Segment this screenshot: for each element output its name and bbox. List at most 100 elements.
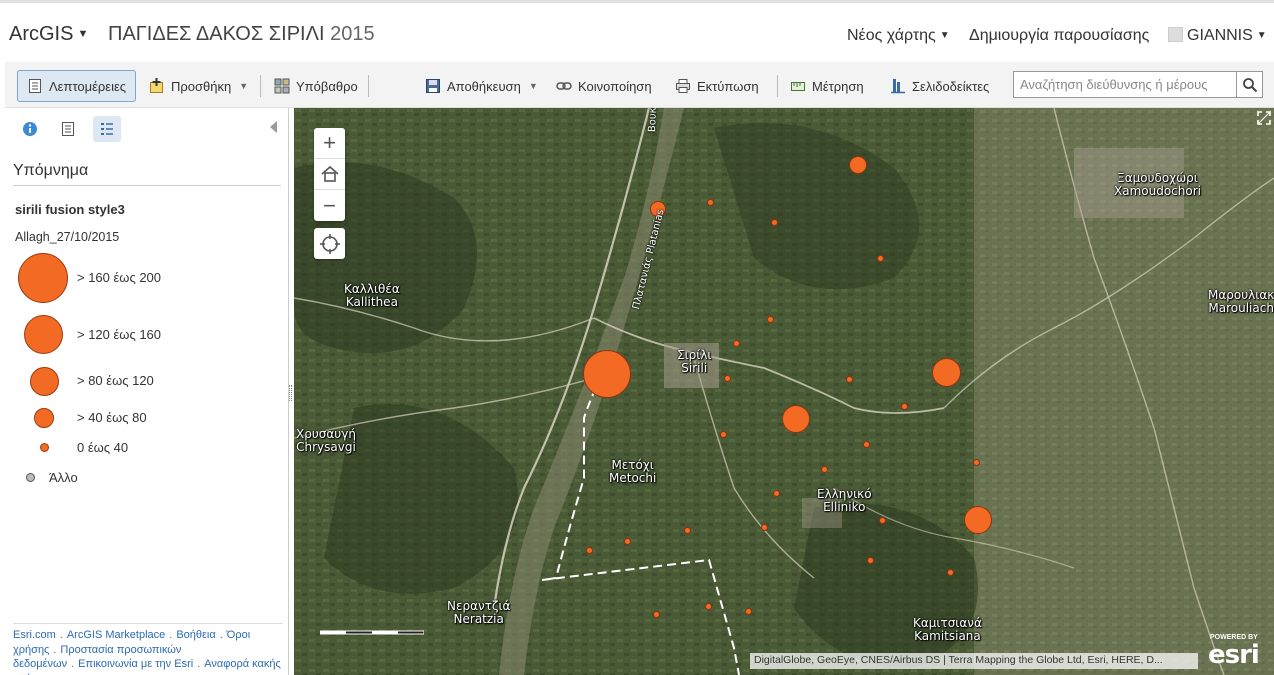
contact-link[interactable]: Επικοινωνία με την Esri [78, 658, 193, 670]
scale-bar [320, 630, 424, 635]
print-button[interactable]: Εκτύπωση [675, 70, 759, 102]
marketplace-link[interactable]: ArcGIS Marketplace [67, 629, 165, 641]
map-title: ΠΑΓΙΔΕΣ ΔΑΚΟΣ ΣΙΡΙΛΙ 2015 [108, 23, 375, 45]
map-point[interactable] [773, 490, 780, 497]
map-point[interactable] [782, 405, 810, 433]
map-point[interactable] [583, 350, 631, 398]
print-icon [676, 79, 690, 93]
bookmarks-button[interactable]: Σελιδοδείκτες [890, 70, 989, 102]
save-icon [426, 79, 440, 93]
map-point[interactable] [745, 608, 752, 615]
place-label: Καλλιθέα Kallithea [344, 282, 400, 309]
map-point[interactable] [720, 431, 727, 438]
tab-about[interactable] [16, 116, 44, 142]
chevron-down-icon: ▼ [939, 30, 950, 41]
chevron-down-icon: ▼ [239, 81, 249, 91]
place-label: Ελληνικό Elliniko [817, 487, 872, 514]
search-input[interactable] [1013, 71, 1237, 98]
zoom-in-button[interactable]: + [314, 128, 345, 159]
link-icon [556, 82, 572, 90]
map-point[interactable] [771, 219, 778, 226]
fullscreen-icon[interactable] [1257, 111, 1271, 125]
zoom-control: + − [314, 128, 345, 221]
legend-item: > 80 έως 120 [5, 367, 285, 396]
map-attribution[interactable]: DigitalGlobe, GeoEye, CNES/Airbus DS | T… [750, 653, 1198, 669]
place-label: Καμιτσιανά Kamitsiana [913, 616, 982, 643]
bookmark-icon [891, 79, 905, 94]
chevron-down-icon: ▼ [77, 28, 89, 40]
map-point[interactable] [724, 375, 731, 382]
tab-content[interactable] [54, 116, 82, 142]
legend-label: Άλλο [49, 470, 78, 485]
legend-label: > 160 έως 200 [77, 270, 162, 285]
map-point[interactable] [849, 156, 867, 174]
map-point[interactable] [653, 611, 660, 618]
tab-legend[interactable] [93, 116, 121, 142]
zoom-out-button[interactable]: − [314, 190, 345, 221]
share-button[interactable]: Κοινοποίηση [556, 70, 652, 102]
search-icon [1242, 77, 1257, 92]
add-button[interactable]: Προσθήκη ▼ [149, 70, 248, 102]
map-point[interactable] [821, 466, 828, 473]
place-label: Σιρίλι Sirili [677, 348, 712, 375]
create-presentation-link[interactable]: Δημιουργία παρουσίασης [969, 27, 1149, 45]
map-point[interactable] [624, 538, 631, 545]
esri-logo[interactable]: POWERED BY esri [1206, 634, 1268, 670]
measure-button[interactable]: Μέτρηση [790, 70, 864, 102]
map-point[interactable] [863, 441, 870, 448]
panel-resize-handle[interactable] [289, 385, 292, 401]
chevron-down-icon: ▼ [1256, 30, 1267, 41]
map-point[interactable] [877, 255, 884, 262]
map-point[interactable] [947, 569, 954, 576]
legend-title: Υπόμνημα [13, 162, 89, 179]
legend-panel: Υπόμνημα sirili fusion style3 Allagh_27/… [5, 108, 289, 675]
content-list-icon [62, 122, 74, 136]
user-menu[interactable]: GIANNIS ▼ [1168, 27, 1267, 45]
search-button[interactable] [1236, 71, 1263, 98]
divider [13, 623, 283, 624]
avatar [1168, 27, 1183, 42]
new-map-menu[interactable]: Νέος χάρτης ▼ [847, 27, 950, 45]
layer-name: sirili fusion style3 [15, 202, 125, 217]
map-point[interactable] [973, 459, 980, 466]
map-point[interactable] [867, 557, 874, 564]
basemap-button[interactable]: Υπόβαθρο [274, 70, 358, 102]
locate-button[interactable] [314, 228, 345, 259]
map-point[interactable] [932, 358, 961, 387]
map-point[interactable] [767, 316, 774, 323]
legend-item: > 120 έως 160 [5, 315, 285, 354]
legend-symbol [30, 367, 59, 396]
map-point[interactable] [684, 527, 691, 534]
map-point[interactable] [705, 603, 712, 610]
legend-icon [101, 123, 113, 135]
legend-symbol [40, 443, 49, 452]
legend-item: 0 έως 40 [5, 440, 285, 462]
map-point[interactable] [761, 524, 768, 531]
legend-item: > 40 έως 80 [5, 408, 285, 428]
legend-symbol [18, 253, 68, 303]
map-point[interactable] [879, 517, 886, 524]
place-label: Χρυσαυγή Chrysavgi [296, 427, 356, 454]
save-button[interactable]: Αποθήκευση ▼ [425, 70, 538, 102]
arcgis-menu[interactable]: ArcGIS ▼ [9, 23, 88, 46]
map-view[interactable]: Καλλιθέα Kallithea Σιρίλι Sirili Χρυσαυγή C… [294, 108, 1274, 675]
details-button[interactable]: Λεπτομέρειες [17, 70, 137, 102]
legend-symbol-other [26, 473, 35, 482]
map-point[interactable] [846, 376, 853, 383]
map-point[interactable] [707, 199, 714, 206]
field-name: Allagh_27/10/2015 [15, 230, 120, 244]
map-point[interactable] [964, 506, 992, 534]
legend-label: 0 έως 40 [77, 440, 129, 455]
divider [777, 75, 778, 97]
legend-label: > 80 έως 120 [77, 373, 154, 388]
collapse-panel-icon[interactable] [270, 121, 277, 133]
map-point[interactable] [586, 547, 593, 554]
map-point[interactable] [733, 340, 740, 347]
map-point[interactable] [901, 403, 908, 410]
legend-item: Άλλο [5, 470, 285, 492]
help-link[interactable]: Βοήθεια [176, 629, 215, 641]
home-button[interactable] [314, 159, 345, 190]
esri-link[interactable]: Esri.com [13, 629, 56, 641]
road-label: Βουκολιές [647, 108, 660, 132]
legend-label: > 40 έως 80 [77, 410, 147, 425]
